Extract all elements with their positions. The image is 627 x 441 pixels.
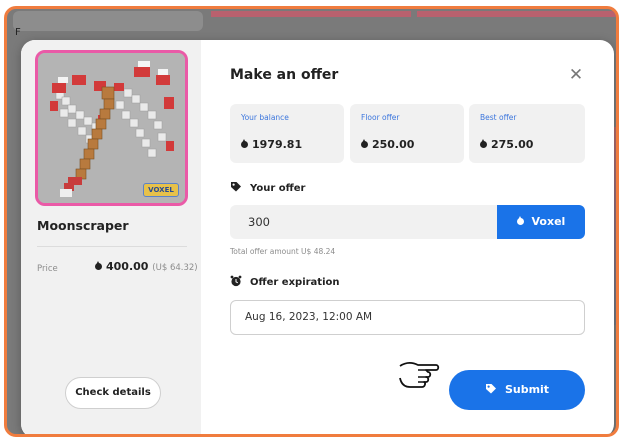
floor-offer-label: Floor offer <box>361 113 400 122</box>
voxel-drop-icon <box>516 216 524 226</box>
best-offer-label: Best offer <box>480 113 517 122</box>
best-offer-value: 275.00 <box>480 138 533 151</box>
voxel-drop-icon <box>361 139 368 149</box>
balance-card: Your balance 1979.81 <box>230 104 344 163</box>
alarm-clock-icon <box>230 275 242 287</box>
offer-amount-input[interactable]: 300 <box>230 205 498 239</box>
background-text: F <box>15 27 21 38</box>
background-strip <box>211 11 411 17</box>
price-value: 400.00 (U$ 64.32) <box>95 260 198 273</box>
floor-offer-amount: 250.00 <box>372 138 415 151</box>
price-amount: 400.00 <box>106 260 149 273</box>
your-offer-heading: Your offer <box>230 181 305 194</box>
background-strip <box>417 11 616 17</box>
floor-offer-value: 250.00 <box>361 138 414 151</box>
nft-name: Moonscraper <box>37 218 129 233</box>
pointing-hand-icon <box>399 361 440 388</box>
voxel-badge: VOXEL <box>143 183 179 197</box>
balance-label: Your balance <box>241 113 289 122</box>
currency-label: Voxel <box>531 215 566 228</box>
voxel-drop-icon <box>241 139 248 149</box>
total-offer-amount: Total offer amount U$ 48.24 <box>230 247 336 256</box>
offer-expiration-label: Offer expiration <box>250 277 340 288</box>
background-card <box>13 11 203 31</box>
price-label: Price <box>37 264 58 274</box>
price-usd: (U$ 64.32) <box>152 263 198 273</box>
offer-expiration-heading: Offer expiration <box>230 275 340 288</box>
divider <box>37 246 187 247</box>
modal-title: Make an offer <box>230 67 339 83</box>
submit-button[interactable]: Submit <box>449 370 585 410</box>
voxel-drop-icon <box>95 261 102 271</box>
tag-icon <box>485 384 496 394</box>
balance-amount: 1979.81 <box>252 138 303 151</box>
best-offer-amount: 275.00 <box>491 138 534 151</box>
balance-value: 1979.81 <box>241 138 302 151</box>
check-details-button[interactable]: Check details <box>65 377 161 409</box>
offer-modal: VOXEL Moonscraper Price 400.00 (U$ 64.32… <box>21 40 614 434</box>
screenshot-frame: F VOXEL Moonscraper Price 400.00 (U$ 64.… <box>4 6 619 437</box>
tag-icon <box>231 182 241 192</box>
voxel-drop-icon <box>480 139 487 149</box>
your-offer-label: Your offer <box>250 183 306 194</box>
currency-select-button[interactable]: Voxel <box>497 205 585 239</box>
expiration-date-input[interactable]: Aug 16, 2023, 12:00 AM <box>230 300 585 335</box>
best-offer-card: Best offer 275.00 <box>469 104 585 163</box>
nft-summary-panel: VOXEL Moonscraper Price 400.00 (U$ 64.32… <box>21 40 201 434</box>
floor-offer-card: Floor offer 250.00 <box>350 104 464 163</box>
submit-label: Submit <box>504 383 550 396</box>
close-icon[interactable]: ✕ <box>566 65 586 85</box>
nft-image: VOXEL <box>35 50 188 206</box>
pixel-axe-artwork <box>38 53 185 203</box>
